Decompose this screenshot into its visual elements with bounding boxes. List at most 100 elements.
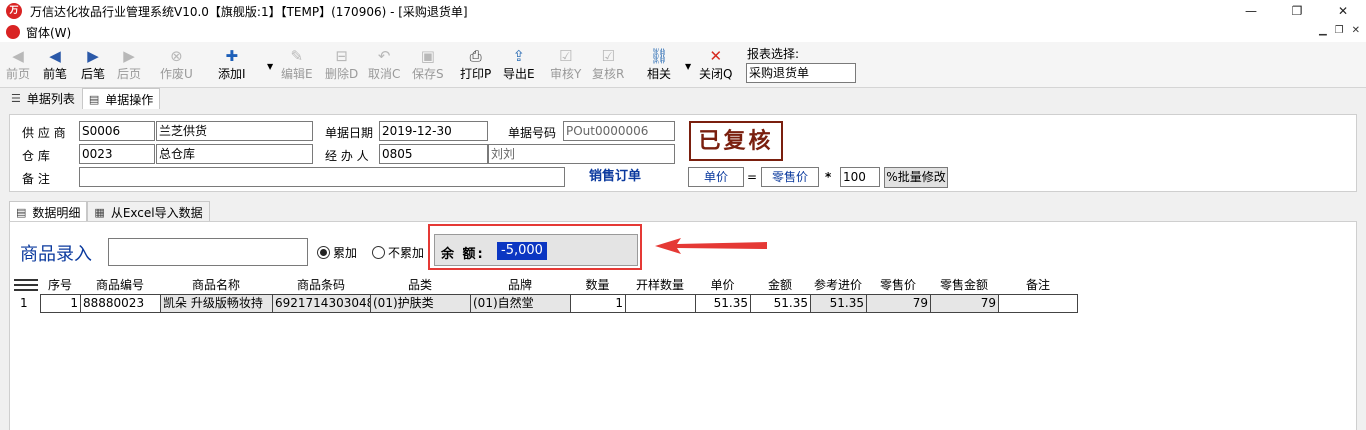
report-select[interactable]: 采购退货单	[746, 63, 856, 83]
date-field[interactable]: 2019-12-30	[379, 121, 488, 141]
column-header[interactable]: 开样数量	[625, 276, 695, 294]
toolbar-button-edit[interactable]: ✎ 编辑E	[281, 46, 313, 86]
column-header[interactable]: 金额	[750, 276, 810, 294]
toolbar-button-cancel[interactable]: ↶ 取消C	[368, 46, 400, 86]
table-cell[interactable]: 凯朵 升级版畅妆持	[160, 294, 272, 313]
column-chooser-icon[interactable]	[14, 279, 38, 291]
radio-accumulate[interactable]: 累加	[317, 244, 357, 261]
column-header[interactable]: 品牌	[470, 276, 570, 294]
sales-order-link[interactable]: 销售订单	[573, 167, 657, 187]
menu-window[interactable]: 窗体(W)	[26, 24, 71, 41]
docno-field[interactable]: POut0000006	[563, 121, 675, 141]
menu-logo-icon	[6, 25, 20, 39]
dropdown-arrow-icon[interactable]: ▼	[685, 62, 691, 71]
rate-field[interactable]: 100	[840, 167, 880, 187]
tab-label: 单据操作	[105, 92, 154, 107]
table-cell[interactable]: 79	[930, 294, 998, 313]
link-icon: ⛓	[649, 47, 669, 65]
supplier-code-field[interactable]: S0006	[79, 121, 155, 141]
detail-tabs: ▤ 数据明细 ▦ 从Excel导入数据	[9, 201, 210, 222]
table-cell[interactable]: 51.35	[695, 294, 750, 313]
toolbar-button-link[interactable]: ⛓ 相关	[647, 46, 671, 86]
radio-no-accumulate[interactable]: 不累加	[372, 244, 424, 261]
tab-document-list[interactable]: ☰ 单据列表	[4, 88, 82, 109]
table-cell[interactable]: 51.35	[750, 294, 810, 313]
column-header[interactable]: 品类	[370, 276, 470, 294]
handler-label: 经 办 人	[325, 149, 369, 163]
next-icon: ▶	[87, 47, 99, 65]
table-cell[interactable]: 1	[570, 294, 625, 313]
cancel-icon: ↶	[377, 47, 391, 65]
toolbar-button-recheck[interactable]: ☑ 复核R	[592, 46, 624, 86]
print-icon: ⎙	[469, 47, 482, 65]
mdi-restore-icon[interactable]: ❐	[1335, 25, 1344, 36]
toolbar-button-next[interactable]: ▶ 后笔	[81, 46, 105, 86]
toolbar-button-prev[interactable]: ◀ 前笔	[43, 46, 67, 86]
mdi-minimize-icon[interactable]: ▁	[1319, 25, 1327, 36]
radio-checked-icon	[317, 246, 330, 259]
table-cell[interactable]: 88880023	[80, 294, 160, 313]
toolbar-button-audit[interactable]: ☑ 审核Y	[550, 46, 581, 86]
column-header[interactable]: 序号	[40, 276, 80, 294]
dropdown-arrow-icon[interactable]: ▼	[267, 62, 273, 71]
minimize-button[interactable]: —	[1228, 0, 1274, 22]
column-header[interactable]: 商品条码	[272, 276, 370, 294]
tab-data-detail[interactable]: ▤ 数据明细	[9, 201, 88, 222]
tab-excel-import[interactable]: ▦ 从Excel导入数据	[87, 201, 210, 222]
vertical-scrollbar[interactable]	[1358, 110, 1366, 430]
column-header[interactable]: 参考进价	[810, 276, 866, 294]
price-basis-select[interactable]: 单价	[688, 167, 744, 187]
close-window-button[interactable]: ✕	[1320, 0, 1366, 22]
toolbar-button-label: 后笔	[81, 67, 106, 81]
toolbar-button-label: 取消C	[368, 67, 401, 81]
toolbar-button-label: 关闭Q	[699, 67, 733, 81]
add-icon: ✚	[225, 47, 239, 65]
table-row[interactable]: 1 1 88880023 凯朵 升级版畅妆持 6921714303048 (01)护肤类…	[10, 294, 1078, 313]
radio-label: 累加	[333, 246, 358, 260]
column-header[interactable]: 商品编号	[80, 276, 160, 294]
table-cell[interactable]: 79	[866, 294, 930, 313]
toolbar-button-label: 审核Y	[550, 67, 582, 81]
goods-entry-input[interactable]	[108, 238, 308, 266]
column-header[interactable]: 零售金额	[930, 276, 998, 294]
table-cell[interactable]: (01)自然堂	[470, 294, 570, 313]
toolbar-button-last[interactable]: ▶ 后页	[117, 46, 141, 86]
batch-modify-button[interactable]: %批量修改	[884, 167, 948, 188]
window-title: 万信达化妆品行业管理系统V10.0【旗舰版:1】【TEMP】(170906) -…	[30, 4, 468, 19]
table-cell[interactable]: 1	[40, 294, 80, 313]
table-cell[interactable]: (01)护肤类	[370, 294, 470, 313]
handler-name-field[interactable]: 刘刘	[488, 144, 675, 164]
table-cell[interactable]: 6921714303048	[272, 294, 370, 313]
retail-basis-select[interactable]: 零售价	[761, 167, 819, 187]
column-header[interactable]: 零售价	[866, 276, 930, 294]
toolbar-button-delete[interactable]: ⊟ 删除D	[325, 46, 358, 86]
maximize-button[interactable]: ❐	[1274, 0, 1320, 22]
supplier-label: 供 应 商	[22, 126, 66, 140]
warehouse-code-field[interactable]: 0023	[79, 144, 155, 164]
remark-field[interactable]	[79, 167, 565, 187]
title-bar: 万 万信达化妆品行业管理系统V10.0【旗舰版:1】【TEMP】(170906)…	[0, 0, 1366, 22]
column-header[interactable]: 备注	[998, 276, 1078, 294]
radio-label: 不累加	[388, 246, 425, 260]
supplier-name-field[interactable]: 兰芝供货	[156, 121, 313, 141]
table-header: 序号 商品编号 商品名称 商品条码 品类 品牌 数量 开样数量 单价 金额 参考进价 零售价 零售金额备…	[10, 276, 1072, 294]
column-header[interactable]: 单价	[695, 276, 750, 294]
mdi-close-icon[interactable]: ✕	[1352, 25, 1360, 36]
toolbar-button-export[interactable]: ⇪ 导出E	[503, 46, 535, 86]
toolbar-button-void[interactable]: ⊗ 作废U	[160, 46, 193, 86]
handler-code-field[interactable]: 0805	[379, 144, 488, 164]
toolbar-button-add[interactable]: ✚ 添加I	[218, 46, 246, 86]
report-select-label: 报表选择:	[747, 47, 800, 61]
toolbar-button-save[interactable]: ▣ 保存S	[412, 46, 444, 86]
column-header[interactable]: 数量	[570, 276, 625, 294]
toolbar-button-first[interactable]: ◀ 前页	[6, 46, 30, 86]
table-cell[interactable]	[998, 294, 1078, 313]
tab-document-operation[interactable]: ▤ 单据操作	[81, 88, 161, 109]
table-cell[interactable]: 51.35	[810, 294, 866, 313]
toolbar-button-print[interactable]: ⎙ 打印P	[460, 46, 491, 86]
table-cell[interactable]	[625, 294, 695, 313]
column-header[interactable]: 商品名称	[160, 276, 272, 294]
toolbar-button-close[interactable]: ✕ 关闭Q	[699, 46, 732, 86]
toolbar: 报表选择: 采购退货单 ◀ 前页 ◀ 前笔 ▶ 后笔 ▶ 后页 ⊗ 作废U ✚ 添加I ✎ 编辑E ⊟ 删除D…	[0, 42, 1366, 88]
warehouse-name-field[interactable]: 总仓库	[156, 144, 313, 164]
